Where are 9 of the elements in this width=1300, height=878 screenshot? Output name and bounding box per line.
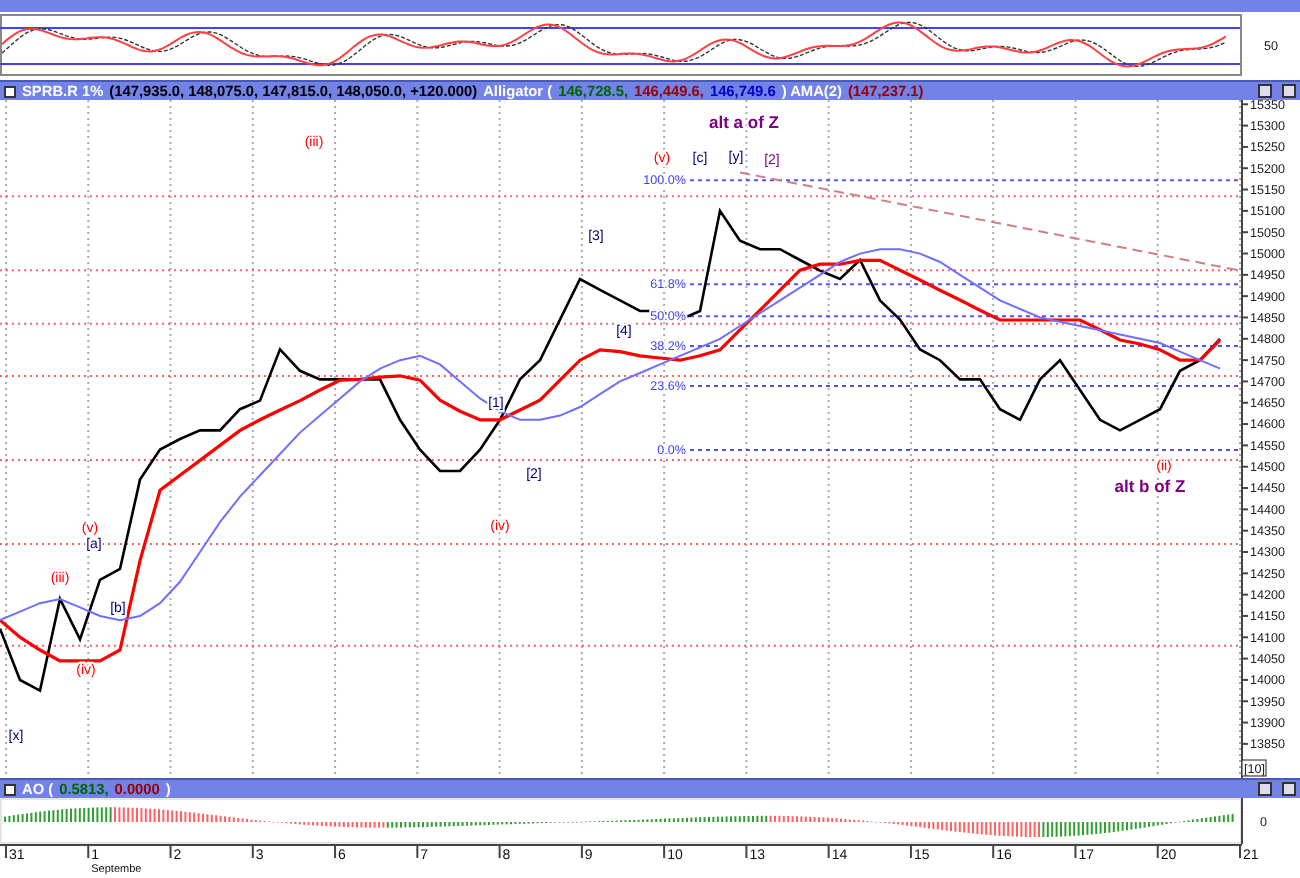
- window-icon: [4, 85, 16, 97]
- restore-icon[interactable]: [1258, 782, 1272, 796]
- close-icon[interactable]: [1282, 84, 1296, 98]
- close-icon[interactable]: [1282, 782, 1296, 796]
- scenario-label: alt a of Z: [709, 112, 779, 133]
- window-icon: [4, 783, 16, 795]
- scenario-label: alt b of Z: [1114, 476, 1186, 497]
- axis-line: [1241, 798, 1243, 844]
- restore-icon[interactable]: [1258, 84, 1272, 98]
